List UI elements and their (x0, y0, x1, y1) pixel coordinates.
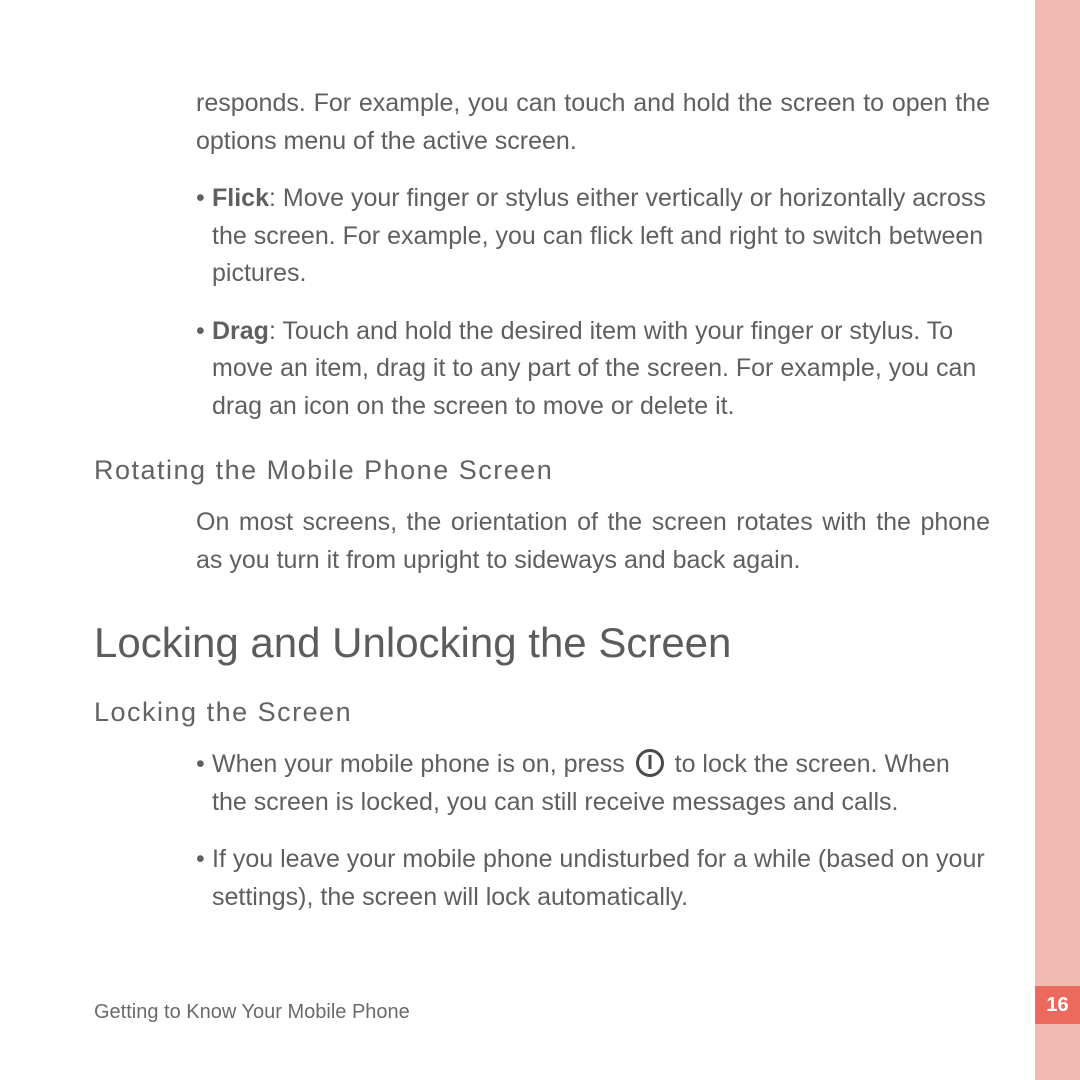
term-flick: Flick (212, 184, 269, 212)
flick-text: : Move your finger or stylus either vert… (212, 184, 986, 287)
lock-block: When your mobile phone is on, press to l… (196, 746, 990, 916)
page-number-badge: 16 (1035, 986, 1080, 1024)
bullet-flick: Flick: Move your finger or stylus either… (196, 180, 990, 293)
bullet-drag: Drag: Touch and hold the desired item wi… (196, 313, 990, 426)
intro-block: responds. For example, you can touch and… (196, 85, 990, 425)
rotate-body: On most screens, the orientation of the … (196, 504, 990, 579)
rotate-block: On most screens, the orientation of the … (196, 504, 990, 579)
footer-chapter: Getting to Know Your Mobile Phone (94, 1001, 410, 1024)
manual-page: 16 responds. For example, you can touch … (0, 0, 1080, 1080)
auto-lock-text: If you leave your mobile phone undisturb… (212, 845, 985, 911)
drag-text: : Touch and hold the desired item with y… (212, 317, 976, 420)
bullet-auto-lock: If you leave your mobile phone undisturb… (196, 841, 990, 916)
term-drag: Drag (212, 317, 269, 345)
subhead-rotating: Rotating the Mobile Phone Screen (94, 455, 1000, 486)
bullet-lock-press: When your mobile phone is on, press to l… (196, 746, 990, 821)
power-icon (636, 749, 664, 777)
lock-pre-text: When your mobile phone is on, press (212, 750, 632, 778)
section-locking: Locking and Unlocking the Screen (94, 619, 1000, 667)
side-tab (1035, 0, 1080, 1080)
page-content: responds. For example, you can touch and… (0, 85, 1000, 916)
intro-paragraph: responds. For example, you can touch and… (196, 85, 990, 160)
subhead-locking-screen: Locking the Screen (94, 697, 1000, 728)
